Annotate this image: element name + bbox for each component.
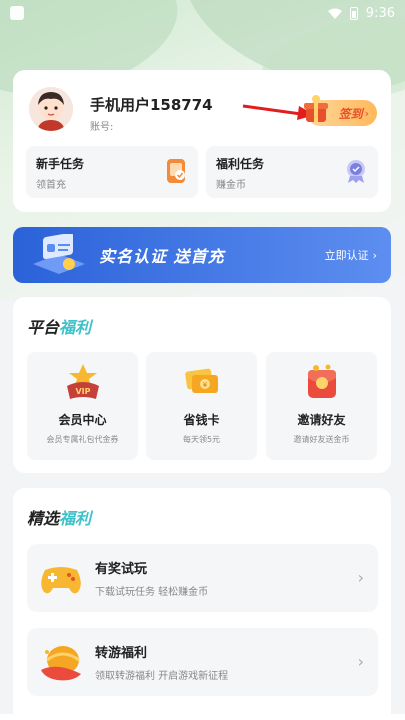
avatar[interactable] [29, 87, 73, 131]
featured-subtitle: 领取转游福利 开启游戏新征程 [95, 671, 229, 682]
account-label: 账号: [90, 122, 114, 133]
featured-transfer-game[interactable]: 转游福利 领取转游福利 开启游戏新征程 › [27, 628, 378, 696]
benefit-title: 邀请好友 [297, 413, 346, 427]
platform-benefits-section: 平台福利 VIP 会员中心 会员专属礼包代金券 ¥ 省钱卡 每天领5元 邀请好友… [13, 297, 391, 473]
section-title: 精选福利 [27, 509, 92, 528]
vip-crown-icon: VIP [67, 364, 99, 399]
task-newbie[interactable]: 新手任务 领首充 [26, 146, 198, 198]
notification-icon [10, 6, 24, 20]
phone-gift-icon [167, 159, 185, 183]
task-benefit[interactable]: 福利任务 赚金币 [206, 146, 378, 198]
chevron-right-icon: › [357, 652, 364, 671]
section-title: 平台福利 [27, 318, 92, 337]
task-subtitle: 赚金币 [216, 180, 246, 191]
task-title: 新手任务 [36, 157, 85, 171]
id-card-icon [33, 234, 85, 274]
chevron-right-icon: › [372, 248, 377, 262]
featured-trial-play[interactable]: 有奖试玩 下载试玩任务 轻松赚金币 › [27, 544, 378, 612]
benefit-saving-card[interactable]: ¥ 省钱卡 每天领5元 [146, 352, 257, 460]
red-envelope-icon [308, 364, 336, 398]
featured-benefits-section: 精选福利 有奖试玩 下载试玩任务 轻松赚金币 › 转游福利 领取转游福利 开启游… [13, 488, 391, 720]
bottom-nav-edge [0, 714, 405, 720]
username: 手机用户158774 [90, 96, 213, 114]
gamepad-icon [41, 567, 81, 594]
signin-label: 签到 [338, 106, 363, 121]
battery-icon [349, 6, 358, 20]
svg-text:VIP: VIP [75, 387, 90, 396]
realname-banner[interactable]: 实名认证 送首充 立即认证 › [13, 227, 391, 283]
benefit-invite-friends[interactable]: 邀请好友 邀请好友送金币 [266, 352, 377, 460]
task-subtitle: 领首充 [36, 180, 66, 191]
benefit-subtitle: 邀请好友送金币 [293, 435, 350, 444]
transfer-game-icon [41, 646, 81, 681]
svg-text:¥: ¥ [203, 381, 208, 389]
banner-title: 实名认证 送首充 [99, 247, 225, 266]
chevron-right-icon: › [364, 106, 369, 120]
chevron-right-icon: › [357, 568, 364, 587]
medal-icon [347, 160, 365, 183]
benefit-title: 省钱卡 [183, 413, 220, 427]
benefit-subtitle: 会员专属礼包代金券 [46, 435, 119, 444]
signin-button[interactable]: 签到 › [304, 95, 377, 126]
featured-title: 有奖试玩 [95, 562, 148, 577]
ticket-card-icon: ¥ [185, 368, 218, 393]
benefit-subtitle: 每天领5元 [182, 435, 221, 444]
task-title: 福利任务 [216, 157, 265, 171]
featured-title: 转游福利 [95, 646, 148, 661]
gift-box-icon [304, 95, 328, 122]
wifi-icon [327, 8, 342, 19]
status-bar: 9:36 [0, 0, 405, 26]
featured-subtitle: 下载试玩任务 轻松赚金币 [95, 587, 209, 598]
verify-now-label: 立即认证 [324, 249, 369, 262]
verify-now-link[interactable]: 立即认证 › [325, 247, 377, 263]
profile-card: 手机用户158774 账号: 签到 › 新手任务 领首充 福利任务 赚金币 [13, 70, 391, 212]
status-time: 9:36 [365, 5, 395, 21]
benefit-vip-center[interactable]: VIP 会员中心 会员专属礼包代金券 [27, 352, 138, 460]
benefit-title: 会员中心 [58, 413, 107, 427]
